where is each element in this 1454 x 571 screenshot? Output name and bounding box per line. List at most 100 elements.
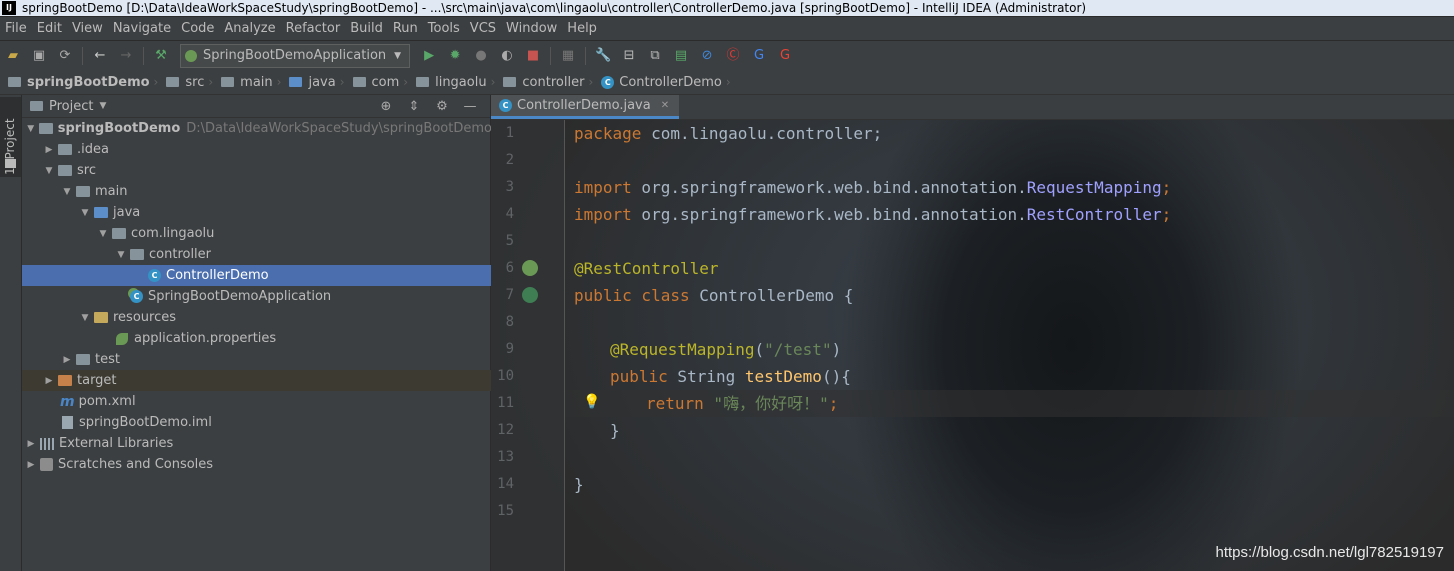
editor-tab-controllerdemo[interactable]: C ControllerDemo.java ✕	[491, 95, 680, 119]
package-icon	[130, 249, 144, 260]
menu-tools[interactable]: Tools	[423, 17, 465, 40]
project-tool-tab[interactable]: 1: Project	[0, 97, 21, 177]
tree-item-iml[interactable]: springBootDemo.iml	[22, 412, 528, 433]
gear-icon[interactable]: ⚙	[434, 99, 450, 114]
chevron-down-icon[interactable]: ▼	[99, 101, 106, 111]
tree-item-resources[interactable]: ▼ resources	[22, 307, 546, 328]
close-icon[interactable]: ✕	[661, 100, 669, 111]
breadcrumb-separator: ›	[725, 75, 731, 89]
back-icon[interactable]: ←	[92, 48, 108, 64]
sdk-icon[interactable]: ⊟	[621, 48, 637, 64]
breadcrumb-class[interactable]: C ControllerDemo	[593, 75, 726, 90]
package-icon	[352, 77, 366, 87]
class-icon: C	[148, 269, 161, 282]
debug-icon[interactable]: ✹	[447, 48, 463, 64]
tree-item-label: resources	[113, 310, 177, 325]
breadcrumb-project[interactable]: springBootDemo	[0, 75, 154, 90]
google-translate-icon[interactable]: G	[777, 48, 793, 64]
breadcrumb-controller[interactable]: controller	[495, 75, 588, 90]
hide-panel-icon[interactable]: —	[462, 99, 478, 114]
run-icon[interactable]: ▶	[421, 48, 437, 64]
tree-item-label: controller	[149, 247, 212, 262]
collapse-arrow-icon[interactable]: ▶	[42, 145, 56, 155]
tree-item-label: com.lingaolu	[131, 226, 215, 241]
code-string: "嗨，你好呀！"	[703, 394, 829, 413]
code-import-class: RequestMapping	[1026, 178, 1162, 197]
menu-view[interactable]: View	[67, 17, 108, 40]
settings-icon[interactable]: 🔧	[595, 48, 611, 64]
breadcrumb-java[interactable]: java	[281, 75, 339, 90]
source-folder-icon	[94, 207, 108, 218]
menu-file[interactable]: File	[0, 17, 32, 40]
tree-item-scratches[interactable]: ▶ Scratches and Consoles	[22, 454, 492, 475]
package-icon	[416, 77, 430, 87]
tree-item-idea[interactable]: ▶ .idea	[22, 139, 510, 160]
tree-item-test[interactable]: ▶ test	[22, 349, 528, 370]
run-configuration-select[interactable]: SpringBootDemoApplication ▼	[180, 43, 411, 68]
expand-arrow-icon[interactable]: ▼	[96, 229, 110, 239]
menu-code[interactable]: Code	[176, 17, 219, 40]
class-icon: C	[499, 99, 512, 112]
tree-item-main[interactable]: ▼ main	[22, 181, 528, 202]
locate-file-icon[interactable]: ⊕	[378, 99, 394, 114]
collapse-arrow-icon[interactable]: ▶	[42, 376, 56, 386]
expand-arrow-icon[interactable]: ▼	[78, 313, 92, 323]
collapse-arrow-icon[interactable]: ▶	[24, 439, 38, 449]
breadcrumb-com[interactable]: com	[345, 75, 404, 90]
open-icon[interactable]: ▰	[5, 48, 21, 64]
collapse-arrow-icon[interactable]: ▶	[24, 460, 38, 470]
spring-bean-navigate-icon[interactable]	[522, 287, 538, 303]
forward-icon[interactable]: →	[118, 48, 134, 64]
menu-vcs[interactable]: VCS	[465, 17, 501, 40]
lightbulb-icon[interactable]: 💡	[583, 394, 600, 410]
breadcrumb-main[interactable]: main	[213, 75, 276, 90]
menu-refactor[interactable]: Refactor	[281, 17, 346, 40]
translate-icon[interactable]: G	[751, 48, 767, 64]
c-icon[interactable]: Ⓒ	[725, 48, 741, 64]
menu-analyze[interactable]: Analyze	[219, 17, 280, 40]
terminal-icon[interactable]: ⧉	[647, 48, 663, 64]
tree-item-src[interactable]: ▼ src	[22, 160, 510, 181]
menu-navigate[interactable]: Navigate	[108, 17, 176, 40]
coverage-icon[interactable]: ●	[473, 48, 489, 64]
sync-icon[interactable]: ⟳	[57, 48, 73, 64]
breadcrumb-src[interactable]: src	[158, 75, 208, 90]
save-icon[interactable]: ▣	[31, 48, 47, 64]
expand-arrow-icon[interactable]: ▼	[114, 250, 128, 260]
code-line: }	[565, 471, 1454, 498]
project-view-selector[interactable]: Project	[49, 99, 93, 114]
expand-arrow-icon[interactable]: ▼	[60, 187, 74, 197]
block-icon[interactable]: ⊘	[699, 48, 715, 64]
code-punctuation: ;	[828, 394, 839, 413]
collapse-arrow-icon[interactable]: ▶	[60, 355, 74, 365]
code-package: org.springframework.web.bind.annotation.	[631, 178, 1027, 197]
menu-window[interactable]: Window	[501, 17, 562, 40]
tree-item-external-libraries[interactable]: ▶ External Libraries	[22, 433, 492, 454]
code-line: import org.springframework.web.bind.anno…	[565, 174, 1454, 201]
jrebel-icon[interactable]: ▤	[673, 48, 689, 64]
expand-arrow-icon[interactable]: ▼	[42, 166, 56, 176]
window-title: springBootDemo [D:\Data\IdeaWorkSpaceStu…	[22, 1, 1087, 15]
breadcrumb-label: ControllerDemo	[619, 74, 722, 90]
code-area[interactable]: package com.lingaolu.controller; import …	[565, 120, 1454, 571]
tree-item-pom-xml[interactable]: m pom.xml	[22, 391, 528, 412]
tree-item-project-root[interactable]: ▼ springBootDemo D:\Data\IdeaWorkSpaceSt…	[22, 118, 492, 139]
breadcrumb-lingaolu[interactable]: lingaolu	[408, 75, 491, 90]
folder-icon	[76, 186, 90, 197]
spring-bean-gutter-icon[interactable]	[522, 260, 538, 276]
stop-icon[interactable]: ■	[525, 48, 541, 64]
menu-edit[interactable]: Edit	[32, 17, 67, 40]
tree-item-com-lingaolu[interactable]: ▼ com.lingaolu	[22, 223, 564, 244]
menu-build[interactable]: Build	[345, 17, 388, 40]
expand-arrow-icon[interactable]: ▼	[24, 124, 37, 134]
expand-arrow-icon[interactable]: ▼	[78, 208, 92, 218]
project-structure-icon[interactable]: ▦	[560, 48, 576, 64]
tree-item-java[interactable]: ▼ java	[22, 202, 546, 223]
collapse-all-icon[interactable]: ⇕	[406, 99, 422, 114]
menu-help[interactable]: Help	[562, 17, 602, 40]
menu-run[interactable]: Run	[388, 17, 423, 40]
maven-icon: m	[60, 393, 75, 410]
tree-item-target[interactable]: ▶ target	[22, 370, 510, 391]
build-icon[interactable]: ⚒	[153, 48, 169, 64]
profile-icon[interactable]: ◐	[499, 48, 515, 64]
